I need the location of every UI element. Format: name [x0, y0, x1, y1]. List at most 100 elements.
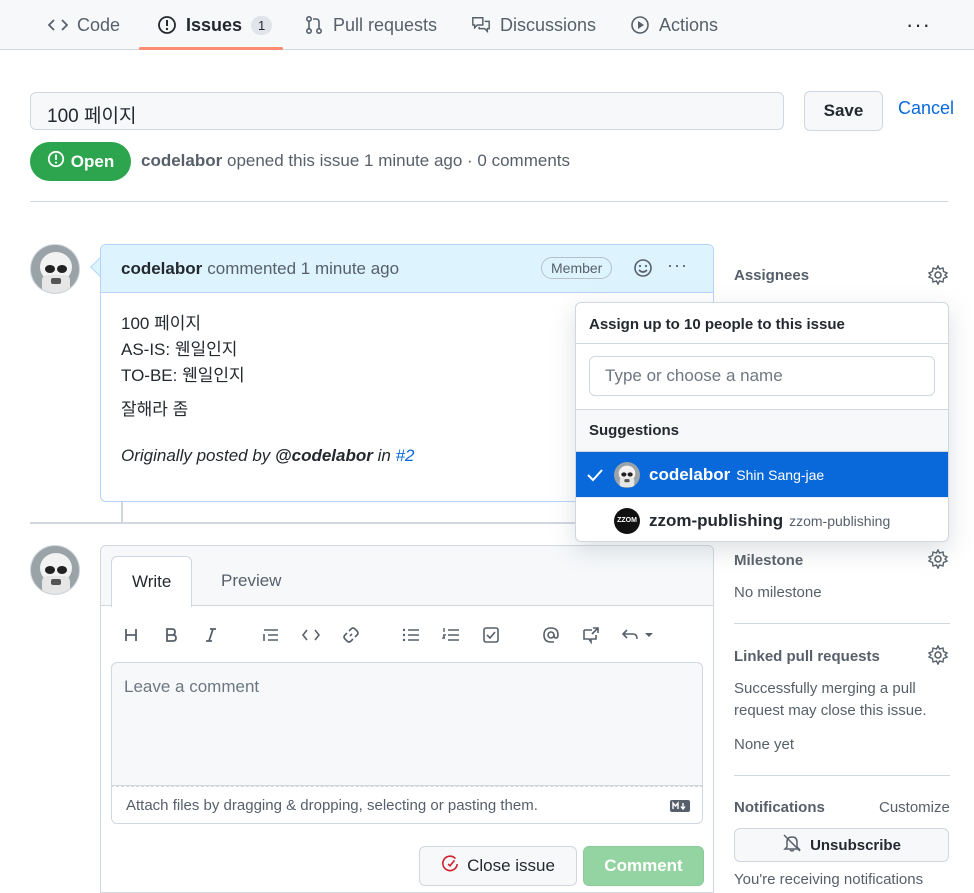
issue-opened-icon [157, 15, 177, 35]
close-issue-label: Close issue [467, 856, 555, 875]
gear-icon[interactable] [927, 264, 949, 286]
sidebar-divider [734, 623, 950, 624]
assignees-dropdown: Assign up to 10 people to this issue Typ… [575, 302, 949, 542]
italic-icon[interactable] [199, 622, 223, 648]
issue-state-badge: Open [30, 142, 131, 181]
close-issue-button[interactable]: Close issue [419, 846, 577, 886]
customize-link[interactable]: Customize [879, 797, 950, 819]
new-comment-form: Write Preview Leave a comment Attach fil… [100, 545, 714, 893]
gear-icon[interactable] [927, 644, 949, 666]
tab-discussions[interactable]: Discussions [471, 0, 596, 50]
markdown-icon[interactable] [670, 799, 690, 816]
unordered-list-icon[interactable] [399, 622, 423, 648]
orig-prefix: Originally posted by [121, 446, 271, 465]
issue-closed-icon [441, 854, 459, 878]
composer-tabs: Write Preview [101, 546, 713, 607]
milestone-heading[interactable]: Milestone [734, 552, 803, 569]
milestone-value: No milestone [734, 584, 822, 601]
orig-in: in [377, 446, 391, 465]
issue-opened-icon [47, 150, 65, 173]
sidebar-divider [734, 775, 950, 776]
tab-discussions-label: Discussions [500, 14, 597, 35]
issues-count-badge: 1 [251, 15, 273, 35]
cross-reference-icon[interactable] [579, 622, 603, 648]
stormtrooper-avatar-icon [31, 546, 79, 594]
add-reaction-icon[interactable] [633, 258, 653, 283]
linked-prs-value: None yet [734, 736, 795, 753]
issue-meta: codelabor opened this issue 1 minute ago… [141, 151, 570, 171]
bell-slash-icon [782, 833, 802, 857]
tab-issues[interactable]: Issues 1 [157, 0, 273, 50]
comment-author-link[interactable]: codelabor [121, 259, 202, 279]
tab-pull-requests[interactable]: Pull requests [304, 0, 437, 50]
linked-prs-description: Successfully merging a pull request may … [734, 680, 927, 719]
notifications-heading: Notifications [734, 799, 825, 816]
cancel-link[interactable]: Cancel [898, 98, 954, 119]
tab-issues-label: Issues [186, 14, 243, 35]
save-button[interactable]: Save [804, 91, 883, 131]
markdown-toolbar [111, 622, 711, 648]
avatar[interactable] [30, 244, 80, 294]
link-icon[interactable] [339, 622, 363, 648]
quote-icon[interactable] [259, 622, 283, 648]
tab-preview[interactable]: Preview [201, 556, 301, 606]
comment-header: codelabor commented 1 minute ago Member … [101, 245, 713, 293]
active-tab-underline [139, 47, 283, 50]
attach-files-text: Attach files by dragging & dropping, sel… [126, 797, 538, 814]
code-icon [48, 15, 68, 35]
dropdown-filter: Type or choose a name [576, 344, 948, 410]
header-divider [30, 201, 948, 202]
git-pull-request-icon [304, 15, 324, 35]
tab-code-label: Code [77, 14, 121, 35]
bold-icon[interactable] [159, 622, 183, 648]
avatar[interactable] [30, 545, 80, 595]
unsubscribe-button[interactable]: Unsubscribe [734, 828, 949, 862]
assignee-option[interactable]: codelabor Shin Sang-jae [576, 452, 948, 498]
assignee-login: zzom-publishing [649, 510, 784, 530]
ordered-list-icon[interactable] [439, 622, 463, 648]
tab-actions[interactable]: Actions [630, 0, 718, 50]
mention-icon[interactable] [539, 622, 563, 648]
tab-actions-label: Actions [659, 14, 719, 35]
task-list-icon[interactable] [479, 622, 503, 648]
assignee-search-input[interactable]: Type or choose a name [589, 356, 935, 396]
comment-button[interactable]: Comment [583, 846, 704, 886]
repo-nav: Code Issues 1 Pull requests Discussions … [0, 0, 974, 50]
tab-pull-requests-label: Pull requests [333, 14, 438, 35]
assignee-option[interactable]: ZZOM zzom-publishing zzom-publishing [576, 498, 948, 541]
comment-options-icon[interactable]: ··· [667, 255, 688, 276]
member-badge: Member [541, 257, 613, 279]
stormtrooper-avatar-icon [614, 461, 640, 488]
issue-author-link[interactable]: codelabor [141, 151, 222, 170]
gear-icon[interactable] [927, 548, 949, 570]
assignee-login: codelabor [649, 464, 731, 484]
tab-write[interactable]: Write [111, 556, 193, 607]
comment-textarea[interactable]: Leave a comment [111, 662, 703, 786]
linked-prs-heading[interactable]: Linked pull requests [734, 648, 880, 665]
stormtrooper-avatar-icon [31, 245, 79, 293]
dropdown-header: Assign up to 10 people to this issue [576, 303, 948, 344]
more-menu-icon[interactable]: ··· [906, 12, 931, 38]
assignee-name: zzom-publishing [789, 512, 891, 529]
reply-undo-icon[interactable] [619, 622, 655, 648]
unsubscribe-label: Unsubscribe [810, 836, 901, 854]
comment-discussion-icon [471, 15, 491, 35]
issue-title-input[interactable]: 100 페이지 [30, 92, 784, 130]
orig-issue-link[interactable]: #2 [396, 446, 415, 465]
code-icon[interactable] [299, 622, 323, 648]
issue-state-label: Open [70, 151, 115, 171]
check-icon [576, 468, 614, 482]
timeline-line [121, 502, 123, 522]
play-icon [630, 15, 650, 35]
issue-meta-text: opened this issue 1 minute ago · 0 comme… [226, 151, 571, 170]
tab-code[interactable]: Code [48, 0, 120, 50]
assignees-heading[interactable]: Assignees [734, 267, 809, 284]
suggestions-heading: Suggestions [576, 410, 948, 452]
zzom-avatar-icon: ZZOM [614, 507, 640, 534]
notifications-reason: You're receiving notifications [734, 871, 924, 888]
comment-timestamp[interactable]: commented 1 minute ago [207, 259, 399, 279]
assignee-name: Shin Sang-jae [736, 466, 825, 483]
orig-user-link[interactable]: @codelabor [275, 446, 373, 465]
attach-files-area[interactable]: Attach files by dragging & dropping, sel… [111, 786, 703, 824]
heading-icon[interactable] [119, 622, 143, 648]
